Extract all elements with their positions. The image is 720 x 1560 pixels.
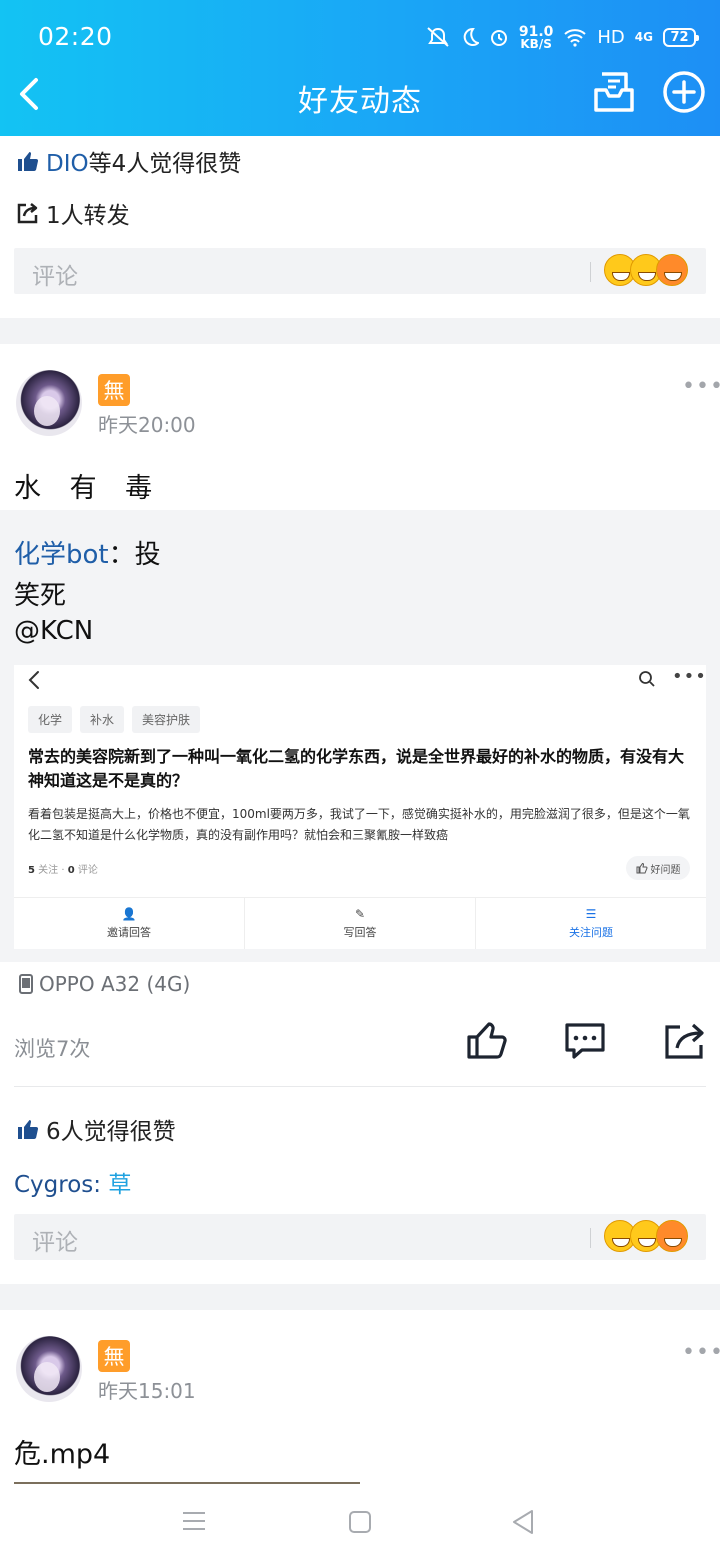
post-time: 昨天20:00	[98, 413, 196, 437]
share-count: 1人转发	[46, 203, 130, 229]
quote-text-1: 投	[134, 540, 161, 570]
post-separator	[0, 318, 720, 344]
comment-row: Cygros: 草	[14, 1165, 131, 1199]
comment-text: 草	[108, 1172, 132, 1198]
likes-text: 6人觉得很赞	[46, 1119, 176, 1145]
divider	[590, 262, 591, 282]
card-back-icon	[26, 669, 42, 697]
question-title: 常去的美容院新到了一种叫一氧化二氢的化学东西，说是全世界最好的补水的物质，有没有…	[28, 747, 685, 790]
card-action-bar: 👤 邀请回答 ✎ 写回答 ☰ 关注问题	[14, 897, 706, 949]
avatar[interactable]	[16, 1336, 82, 1402]
comment-button[interactable]	[564, 1021, 606, 1061]
edit-icon: ✎	[354, 907, 366, 921]
good-question-button: 好问题	[626, 856, 690, 880]
tag-list: 化学 补水 美容护肤	[28, 706, 201, 733]
question-stats: 5 关注 · 0 评论	[28, 865, 98, 876]
like-user-link[interactable]: DIO	[46, 151, 89, 177]
status-time: 02:20	[38, 22, 113, 51]
quote-author-link[interactable]: 化学bot	[14, 540, 109, 570]
tag: 补水	[80, 706, 125, 733]
write-answer-action: ✎ 写回答	[245, 898, 476, 949]
comment-input-prev[interactable]: 评论	[14, 248, 706, 294]
home-square-icon[interactable]	[348, 1510, 372, 1534]
post-text: 危.mp4	[14, 1439, 111, 1470]
tag: 美容护肤	[132, 706, 201, 733]
thumbs-up-icon	[18, 1120, 39, 1139]
angry-emoji-icon	[656, 254, 688, 286]
system-nav-bar	[0, 1484, 720, 1560]
embedded-question-card[interactable]: ••• 化学 补水 美容护肤 常去的美容院新到了一种叫一氧化二氢的化学东西，说是…	[14, 665, 706, 949]
user-badge[interactable]: 無	[98, 1340, 130, 1372]
inbox-button[interactable]	[590, 68, 638, 116]
add-user-icon: 👤	[121, 907, 137, 921]
prev-likes: DIO等4人觉得很赞	[16, 144, 241, 178]
card-more-icon: •••	[672, 666, 707, 687]
chat-bubble-icon	[565, 1023, 605, 1059]
post-text: 水 有 毒	[14, 473, 163, 504]
plus-circle-icon	[663, 71, 705, 113]
emoji-picker[interactable]	[604, 254, 688, 286]
comment-input[interactable]: 评论	[14, 1214, 706, 1260]
back-triangle-icon[interactable]	[510, 1508, 536, 1536]
net-speed: 91.0 KB/S	[518, 23, 554, 51]
phone-icon	[19, 974, 33, 994]
alarm-icon	[490, 30, 507, 46]
emoji-picker[interactable]	[604, 1220, 688, 1252]
post-separator	[0, 1284, 720, 1310]
user-badge[interactable]: 無	[98, 374, 130, 406]
quote-sep: ：	[108, 540, 135, 570]
thumbs-up-icon	[467, 1022, 507, 1059]
question-body: 看着包装是挺高大上，价格也不便宜，100ml要两万多，我试了一下，感觉确实挺补水…	[28, 807, 690, 842]
wifi-icon	[564, 29, 587, 47]
view-count: 浏览7次	[14, 1037, 91, 1061]
battery-icon: 72	[663, 27, 699, 47]
invite-answer-action: 👤 邀请回答	[14, 898, 245, 949]
tag: 化学	[28, 706, 73, 733]
follow-question-action: ☰ 关注问题	[569, 907, 613, 939]
post-likes[interactable]: 6人觉得很赞	[16, 1112, 176, 1146]
share-icon	[665, 1023, 704, 1059]
comment-placeholder: 评论	[32, 1230, 78, 1256]
mute-bell-icon	[427, 27, 449, 47]
thumbs-up-icon	[636, 862, 648, 874]
signal-4g: 4G	[634, 30, 653, 44]
status-icons: 91.0 KB/S HD 4G 72	[425, 22, 699, 52]
divider	[14, 1086, 706, 1087]
more-options-icon[interactable]: •••	[682, 1340, 720, 1365]
mail-tray-icon	[594, 72, 634, 112]
menu-icon[interactable]	[182, 1510, 206, 1532]
prev-shares[interactable]: 1人转发	[16, 196, 130, 230]
device-info: OPPO A32 (4G)	[18, 972, 190, 996]
moon-icon	[463, 27, 479, 46]
comment-placeholder: 评论	[32, 264, 78, 290]
post-time: 昨天15:01	[98, 1379, 196, 1403]
top-header: 02:20 91.0 KB/S HD 4G 72 好友动态	[0, 0, 720, 136]
add-button[interactable]	[660, 68, 708, 116]
share-button[interactable]	[664, 1021, 706, 1061]
comment-user-link[interactable]: Cygros:	[14, 1172, 101, 1198]
quote-line-2: 笑死	[14, 581, 67, 611]
thumbs-up-icon	[18, 152, 39, 171]
hd-indicator: HD	[597, 26, 625, 48]
mention-link[interactable]: @KCN	[14, 616, 93, 646]
angry-emoji-icon	[656, 1220, 688, 1252]
divider	[590, 1228, 591, 1248]
like-button[interactable]	[466, 1021, 508, 1061]
share-icon	[17, 203, 38, 224]
search-icon	[639, 671, 655, 687]
likes-suffix: 等4人觉得很赞	[88, 151, 242, 177]
avatar[interactable]	[16, 370, 82, 436]
list-add-icon: ☰	[585, 907, 597, 921]
more-options-icon[interactable]: •••	[682, 374, 720, 399]
quote-line-1: 化学bot：投	[14, 534, 161, 571]
